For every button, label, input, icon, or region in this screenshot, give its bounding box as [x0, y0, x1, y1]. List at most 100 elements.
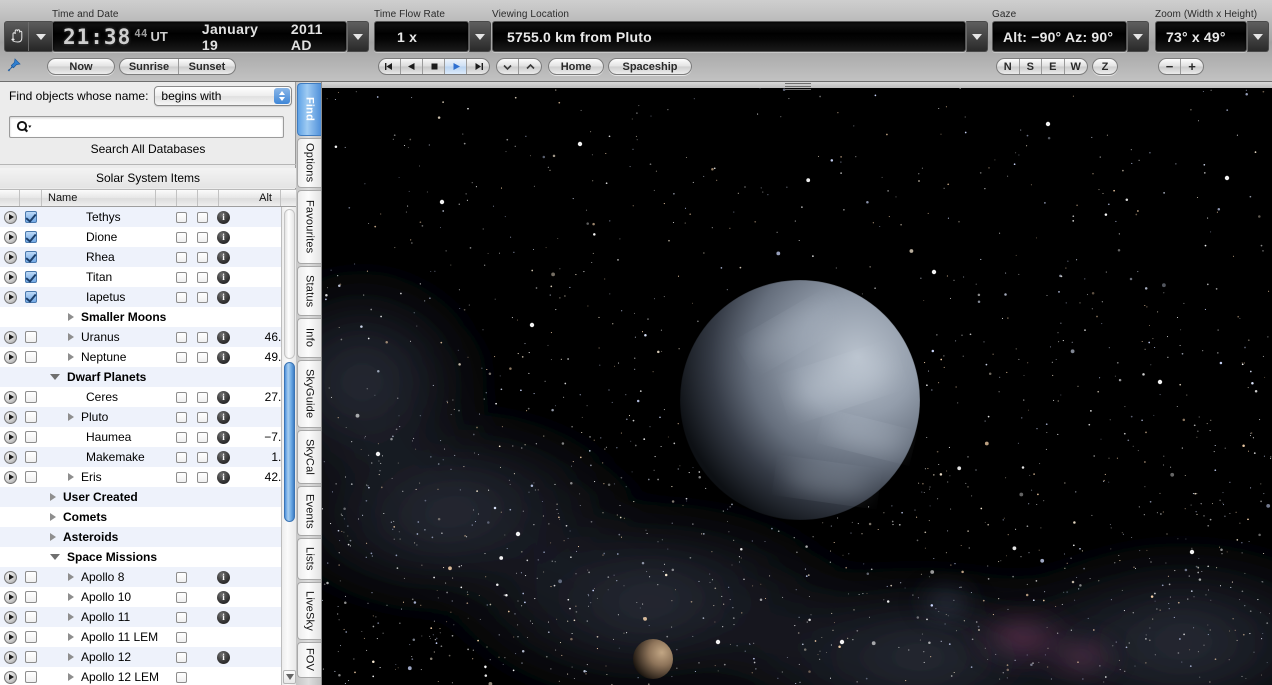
pushpin-icon[interactable]	[4, 58, 22, 74]
row-info-button[interactable]: i	[213, 210, 234, 224]
disclosure-triangle-icon[interactable]	[50, 533, 56, 541]
info-icon[interactable]: i	[217, 270, 230, 284]
table-row[interactable]: User Created	[0, 487, 296, 507]
row-centre-checkbox[interactable]	[171, 211, 192, 223]
row-expand-disc-button[interactable]	[0, 330, 20, 344]
row-expand-disc-button[interactable]	[0, 570, 20, 584]
row-info-button[interactable]: i	[213, 390, 234, 404]
row-info-button[interactable]: i	[213, 650, 234, 664]
row-visible-checkbox[interactable]	[20, 591, 42, 603]
search-all-databases-link[interactable]: Search All Databases	[0, 142, 296, 156]
row-visible-checkbox[interactable]	[20, 411, 42, 423]
row-visible-checkbox[interactable]	[20, 251, 42, 263]
row-info-button[interactable]: i	[213, 230, 234, 244]
play-disc-icon[interactable]	[3, 330, 17, 344]
table-row[interactable]: Titan i	[0, 267, 296, 287]
row-info-button[interactable]: i	[213, 590, 234, 604]
table-row[interactable]: Apollo 11 LEM	[0, 627, 296, 647]
info-icon[interactable]: i	[217, 230, 230, 244]
info-icon[interactable]: i	[217, 330, 230, 344]
play-disc-icon[interactable]	[3, 670, 17, 684]
gaze-display[interactable]: Alt: −90° Az: 90°	[992, 21, 1127, 52]
row-name-cell[interactable]: User Created	[42, 490, 171, 504]
side-tab-skycal[interactable]: SkyCal	[297, 430, 321, 484]
step-forward-icon[interactable]	[467, 59, 489, 74]
row-name-cell[interactable]: Titan	[42, 270, 171, 284]
info-icon[interactable]: i	[217, 350, 230, 364]
side-tab-info[interactable]: Info	[297, 318, 321, 358]
row-expand-disc-button[interactable]	[0, 590, 20, 604]
row-expand-disc-button[interactable]	[0, 210, 20, 224]
row-orbit-checkbox[interactable]	[192, 451, 213, 463]
play-disc-icon[interactable]	[3, 410, 17, 424]
search-input[interactable]	[34, 120, 264, 134]
table-row[interactable]: Apollo 11 i	[0, 607, 296, 627]
row-orbit-checkbox[interactable]	[192, 411, 213, 423]
panel-resize-grip[interactable]	[785, 82, 811, 90]
play-disc-icon[interactable]	[3, 290, 17, 304]
play-disc-icon[interactable]	[3, 630, 17, 644]
list-scrollbar[interactable]	[281, 207, 296, 685]
row-visible-checkbox[interactable]	[20, 631, 42, 643]
row-visible-checkbox[interactable]	[20, 331, 42, 343]
row-orbit-checkbox[interactable]	[192, 231, 213, 243]
info-icon[interactable]: i	[217, 210, 230, 224]
row-orbit-checkbox[interactable]	[192, 351, 213, 363]
row-name-cell[interactable]: Iapetus	[42, 290, 171, 304]
table-row[interactable]: Space Missions	[0, 547, 296, 567]
row-name-cell[interactable]: Asteroids	[42, 530, 171, 544]
row-visible-checkbox[interactable]	[20, 571, 42, 583]
row-name-cell[interactable]: Apollo 8	[42, 570, 171, 584]
row-orbit-checkbox[interactable]	[192, 431, 213, 443]
table-row[interactable]: Dwarf Planets	[0, 367, 296, 387]
row-visible-checkbox[interactable]	[20, 391, 42, 403]
row-centre-checkbox[interactable]	[171, 611, 192, 623]
side-tab-favourites[interactable]: Favourites	[297, 190, 321, 264]
play-forward-icon[interactable]	[445, 59, 467, 74]
row-expand-disc-button[interactable]	[0, 670, 20, 684]
play-backward-icon[interactable]	[401, 59, 423, 74]
row-centre-checkbox[interactable]	[171, 251, 192, 263]
row-centre-checkbox[interactable]	[171, 571, 192, 583]
row-centre-checkbox[interactable]	[171, 231, 192, 243]
row-info-button[interactable]: i	[213, 430, 234, 444]
row-info-button[interactable]: i	[213, 330, 234, 344]
chevron-updown-icon[interactable]	[274, 88, 291, 104]
side-tab-lists[interactable]: Lists	[297, 538, 321, 580]
gaze-dropdown[interactable]	[1127, 21, 1149, 52]
side-tab-find[interactable]: Find	[297, 83, 321, 136]
side-tab-options[interactable]: Options	[297, 138, 321, 188]
search-icon[interactable]	[16, 120, 32, 134]
row-info-button[interactable]: i	[213, 450, 234, 464]
row-name-cell[interactable]: Comets	[42, 510, 171, 524]
row-expand-disc-button[interactable]	[0, 390, 20, 404]
sky-view[interactable]	[322, 82, 1272, 685]
table-row[interactable]: Comets	[0, 507, 296, 527]
info-icon[interactable]: i	[217, 470, 230, 484]
disclosure-triangle-icon[interactable]	[50, 374, 60, 380]
row-centre-checkbox[interactable]	[171, 651, 192, 663]
row-name-cell[interactable]: Apollo 10	[42, 590, 171, 604]
row-centre-checkbox[interactable]	[171, 291, 192, 303]
chevron-down-icon[interactable]	[497, 59, 520, 74]
info-icon[interactable]: i	[217, 450, 230, 464]
row-name-cell[interactable]: Space Missions	[42, 550, 171, 564]
scrollbar-track-top[interactable]	[284, 209, 295, 359]
row-expand-disc-button[interactable]	[0, 270, 20, 284]
step-backward-icon[interactable]	[379, 59, 401, 74]
disclosure-triangle-icon[interactable]	[68, 593, 74, 601]
row-centre-checkbox[interactable]	[171, 591, 192, 603]
row-centre-checkbox[interactable]	[171, 431, 192, 443]
solar-system-items-list[interactable]: Tethys i Dione i Rhea i Titan i Iapetus i Smaller …	[0, 207, 296, 685]
side-tab-fov[interactable]: FOV	[297, 642, 321, 678]
row-info-button[interactable]: i	[213, 290, 234, 304]
row-name-cell[interactable]: Uranus	[42, 330, 171, 344]
row-name-cell[interactable]: Pluto	[42, 410, 171, 424]
table-row[interactable]: Rhea i	[0, 247, 296, 267]
row-expand-disc-button[interactable]	[0, 610, 20, 624]
row-centre-checkbox[interactable]	[171, 331, 192, 343]
play-disc-icon[interactable]	[3, 470, 17, 484]
disclosure-triangle-icon[interactable]	[68, 573, 74, 581]
zoom-in-button[interactable]: +	[1181, 59, 1203, 74]
info-icon[interactable]: i	[217, 430, 230, 444]
